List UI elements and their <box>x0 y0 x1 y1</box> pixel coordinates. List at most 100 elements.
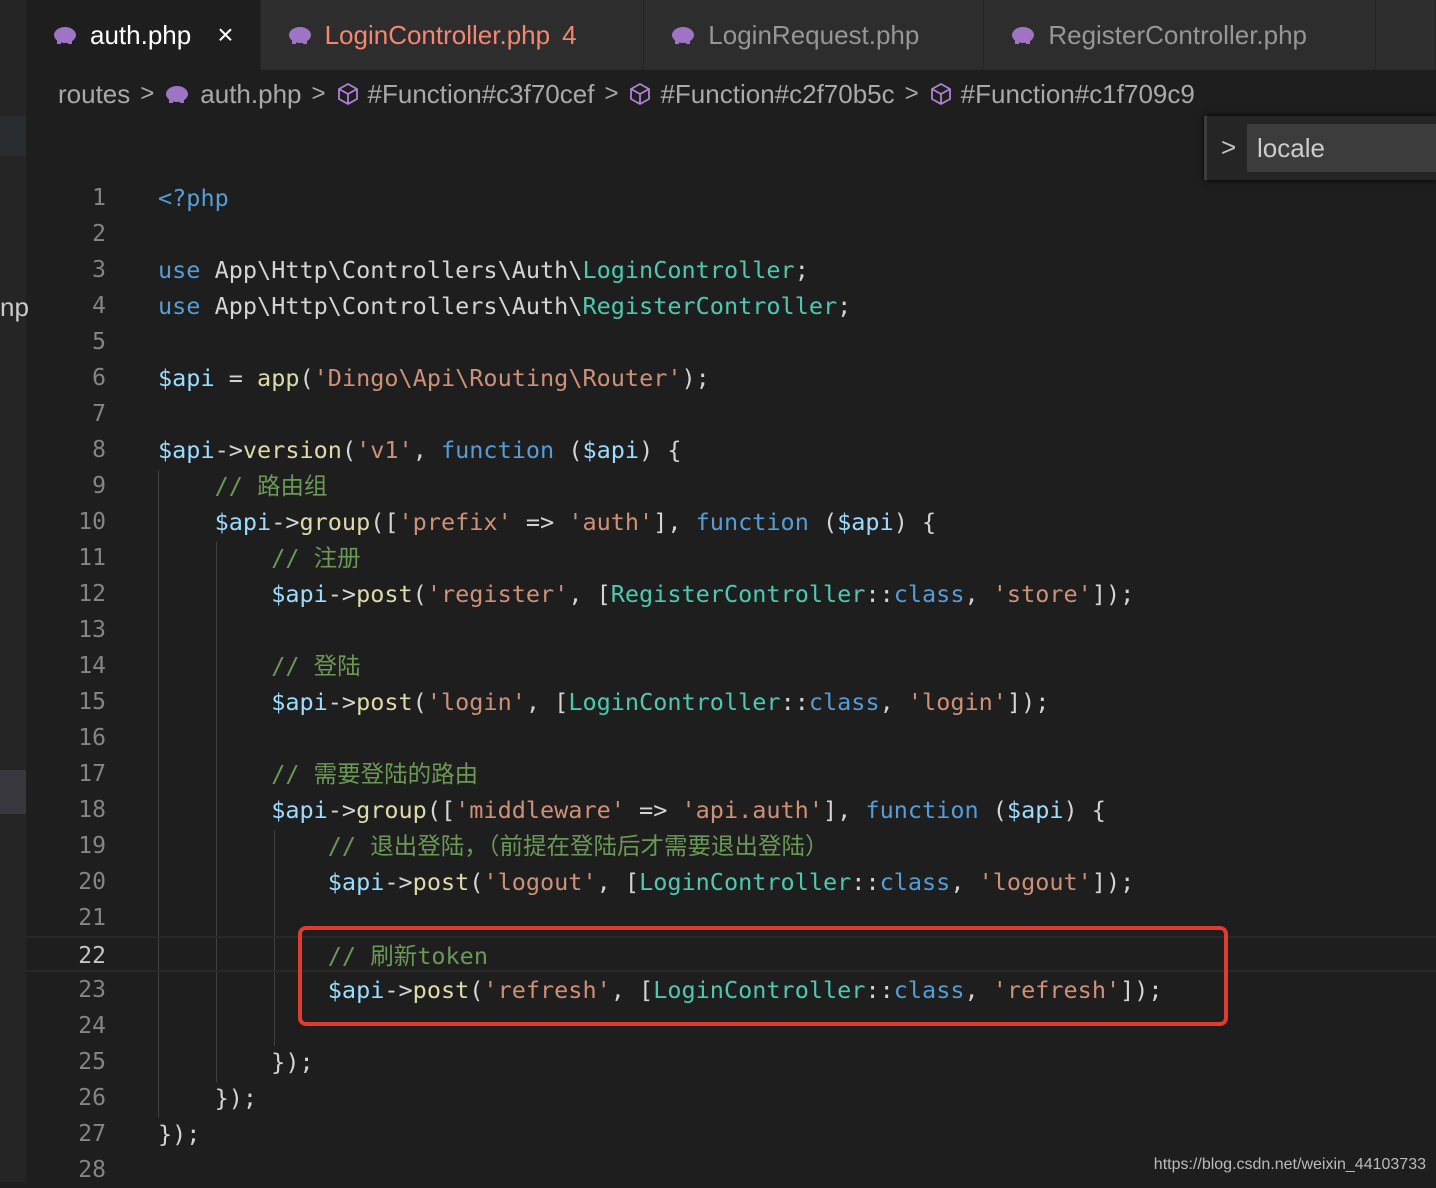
line-number: 13 <box>78 617 106 643</box>
chevron-right-icon: > <box>904 80 919 107</box>
code-line[interactable]: 5 <box>26 324 1436 360</box>
find-input[interactable]: locale <box>1247 124 1436 172</box>
code-text[interactable]: use App\Http\Controllers\Auth\LoginContr… <box>158 252 809 288</box>
sidebar-filename-fragment[interactable]: np <box>0 292 29 323</box>
code-line[interactable]: 6 $api = app('Dingo\Api\Routing\Router'); <box>26 360 1436 396</box>
code-line[interactable]: 2 <box>26 216 1436 252</box>
code-line[interactable]: 26 }); <box>26 1080 1436 1116</box>
problem-count-badge: 4 <box>562 19 577 50</box>
php-elephant-icon <box>672 27 695 44</box>
code-editor[interactable]: 1 <?php 2 3 use App\Http\Controllers\Auth\Lo… <box>26 180 1436 1183</box>
code-line[interactable]: 14 // 登陆 <box>26 648 1436 684</box>
chevron-right-icon: > <box>311 80 326 107</box>
line-number: 9 <box>92 473 106 499</box>
line-number: 19 <box>78 833 106 859</box>
breadcrumb-item-file[interactable]: auth.php <box>200 79 301 110</box>
sidebar-selected-row[interactable] <box>0 770 26 814</box>
php-elephant-icon <box>166 86 189 103</box>
line-number: 2 <box>92 221 106 247</box>
code-text[interactable]: // 需要登陆的路由 <box>158 756 478 792</box>
annotation-highlight-box <box>298 926 1228 1026</box>
code-text[interactable]: // 登陆 <box>158 648 360 684</box>
code-text[interactable]: // 注册 <box>158 540 360 576</box>
php-elephant-icon <box>1012 27 1035 44</box>
tab-login-request[interactable]: LoginRequest.php <box>644 0 985 70</box>
sidebar-hover-row[interactable] <box>0 116 26 156</box>
code-text[interactable]: // 退出登陆，（前提在登陆后才需要退出登陆） <box>158 828 829 864</box>
code-line[interactable]: 13 <box>26 612 1436 648</box>
code-line[interactable]: 11 // 注册 <box>26 540 1436 576</box>
code-text[interactable]: $api->group(['middleware' => 'api.auth']… <box>158 792 1106 828</box>
tab-label: auth.php <box>90 19 192 50</box>
code-text[interactable]: $api->group(['prefix' => 'auth'], functi… <box>158 504 937 540</box>
breadcrumb-item-routes[interactable]: routes <box>58 79 130 110</box>
tab-overflow[interactable] <box>1376 0 1436 70</box>
code-text[interactable]: // 路由组 <box>158 468 328 504</box>
breadcrumb: routes > auth.php > #Function#c3f70cef >… <box>58 72 1195 116</box>
line-number: 12 <box>78 581 106 607</box>
tab-label: RegisterController.php <box>1048 19 1308 50</box>
chevron-right-icon: > <box>604 80 619 107</box>
code-line[interactable]: 17 // 需要登陆的路由 <box>26 756 1436 792</box>
line-number: 23 <box>78 977 106 1003</box>
line-number: 1 <box>92 185 106 211</box>
tab-label: LoginController.php <box>324 19 551 50</box>
code-line[interactable]: 20 $api->post('logout', [LoginController… <box>26 864 1436 900</box>
tab-login-controller[interactable]: LoginController.php 4 <box>260 0 645 70</box>
tab-register-controller[interactable]: RegisterController.php <box>984 0 1376 70</box>
tab-label: LoginRequest.php <box>708 19 920 50</box>
code-text[interactable]: $api->post('register', [RegisterControll… <box>158 576 1134 612</box>
cube-icon <box>337 82 358 106</box>
line-number: 14 <box>78 653 106 679</box>
chevron-right-icon[interactable]: > <box>1221 132 1236 163</box>
code-line[interactable]: 4 use App\Http\Controllers\Auth\RegisterC… <box>26 288 1436 324</box>
line-number: 26 <box>78 1085 106 1111</box>
code-text[interactable]: use App\Http\Controllers\Auth\RegisterCo… <box>158 288 851 324</box>
tab-auth-php[interactable]: auth.php × <box>26 0 261 70</box>
code-line[interactable]: 15 $api->post('login', [LoginController:… <box>26 684 1436 720</box>
line-number: 20 <box>78 869 106 895</box>
line-number: 11 <box>78 545 106 571</box>
line-number: 22 <box>78 943 106 969</box>
code-line[interactable]: 18 $api->group(['middleware' => 'api.aut… <box>26 792 1436 828</box>
line-number: 7 <box>92 401 106 427</box>
line-number: 21 <box>78 905 106 931</box>
find-widget: > locale <box>1204 116 1436 180</box>
code-line[interactable]: 25 }); <box>26 1044 1436 1080</box>
code-text[interactable]: }); <box>158 1116 200 1152</box>
breadcrumb-item-function-2[interactable]: #Function#c2f70b5c <box>660 79 894 110</box>
code-line[interactable]: 9 // 路由组 <box>26 468 1436 504</box>
line-number: 27 <box>78 1121 106 1147</box>
breadcrumb-item-function-1[interactable]: #Function#c3f70cef <box>368 79 595 110</box>
code-text[interactable]: $api = app('Dingo\Api\Routing\Router'); <box>158 360 710 396</box>
code-text[interactable]: $api->post('logout', [LoginController::c… <box>158 864 1135 900</box>
code-text[interactable]: $api->version('v1', function ($api) { <box>158 432 682 468</box>
line-number: 4 <box>92 293 106 319</box>
breadcrumb-item-function-3[interactable]: #Function#c1f709c9 <box>961 79 1195 110</box>
code-text[interactable]: }); <box>158 1044 313 1080</box>
watermark: https://blog.csdn.net/weixin_44103733 <box>1153 1156 1426 1173</box>
code-line[interactable]: 27}); <box>26 1116 1436 1152</box>
line-number: 5 <box>92 329 106 355</box>
line-number: 15 <box>78 689 106 715</box>
code-line[interactable]: 3 use App\Http\Controllers\Auth\LoginCont… <box>26 252 1436 288</box>
code-line[interactable]: 8 $api->version('v1', function ($api) { <box>26 432 1436 468</box>
line-number: 3 <box>92 257 106 283</box>
code-text[interactable]: $api->post('login', [LoginController::cl… <box>158 684 1049 720</box>
code-line[interactable]: 16 <box>26 720 1436 756</box>
code-text[interactable]: }); <box>158 1080 257 1116</box>
code-line[interactable]: 12 $api->post('register', [RegisterContr… <box>26 576 1436 612</box>
line-number: 28 <box>78 1157 106 1183</box>
php-elephant-icon <box>54 27 76 44</box>
code-line[interactable]: 19 // 退出登陆，（前提在登陆后才需要退出登陆） <box>26 828 1436 864</box>
code-text[interactable]: <?php <box>158 180 229 216</box>
line-number: 16 <box>78 725 106 751</box>
code-line[interactable]: 7 <box>26 396 1436 432</box>
line-number: 18 <box>78 797 106 823</box>
sidebar-strip: np <box>0 0 29 1182</box>
close-icon[interactable]: × <box>217 19 233 51</box>
code-line[interactable]: 10 $api->group(['prefix' => 'auth'], fun… <box>26 504 1436 540</box>
code-line[interactable]: 1 <?php <box>26 180 1436 216</box>
cube-icon <box>630 82 651 106</box>
tab-bar: auth.php × LoginController.php 4 LoginRe… <box>26 0 1436 70</box>
